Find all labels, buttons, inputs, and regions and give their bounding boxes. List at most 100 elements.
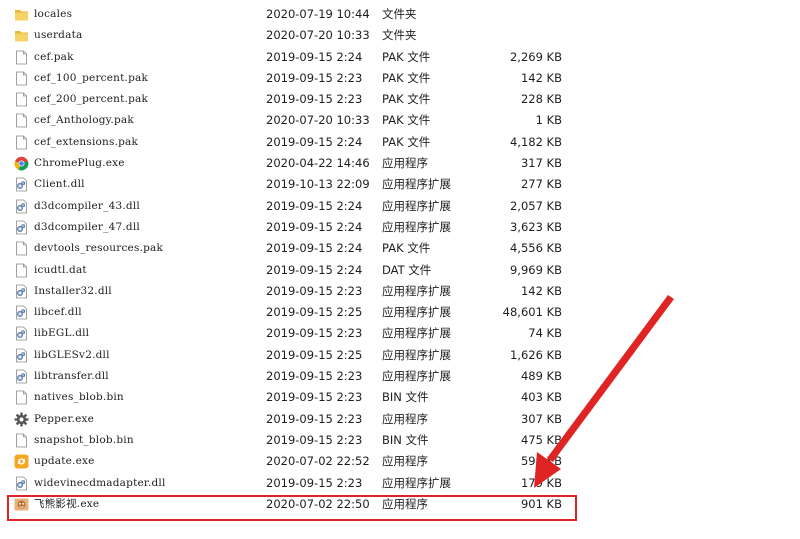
file-row[interactable]: userdata 2020-07-20 10:33 文件夹 xyxy=(0,25,800,46)
file-size: 317 KB xyxy=(520,156,562,171)
file-row[interactable]: cef_Anthology.pak 2020-07-20 10:33 PAK 文件 1… xyxy=(0,110,800,131)
dll-icon xyxy=(14,369,29,384)
file-name: cef.pak xyxy=(34,50,74,63)
file-type: 应用程序扩展 xyxy=(382,283,451,298)
file-size: 228 KB xyxy=(520,92,562,107)
file-name: libtransfer.dll xyxy=(34,370,109,383)
file-type: BIN 文件 xyxy=(382,390,429,405)
file-type: 应用程序 xyxy=(382,156,428,171)
file-row[interactable]: locales 2020-07-19 10:44 文件夹 xyxy=(0,4,800,25)
file-row[interactable]: cef_extensions.pak 2019-09-15 2:24 PAK 文件 4… xyxy=(0,132,800,153)
file-modified-date: 2019-09-15 2:23 xyxy=(266,390,363,405)
file-row[interactable]: libEGL.dll 2019-09-15 2:23 应用程序扩展 74 KB xyxy=(0,323,800,344)
file-name: userdata xyxy=(34,29,83,42)
file-row[interactable]: icudtl.dat 2019-09-15 2:24 DAT 文件 9,969 KB xyxy=(0,260,800,281)
file-type: PAK 文件 xyxy=(382,49,431,64)
file-modified-date: 2020-07-20 10:33 xyxy=(266,113,370,128)
file-type: 应用程序扩展 xyxy=(382,198,451,213)
file-modified-date: 2020-07-02 22:52 xyxy=(266,454,370,469)
file-icon xyxy=(14,135,29,150)
file-name: libcef.dll xyxy=(34,306,82,319)
file-size: 475 KB xyxy=(520,432,562,447)
file-type: 文件夹 xyxy=(382,28,417,43)
file-row[interactable]: ChromePlug.exe 2020-04-22 14:46 应用程序 317 KB xyxy=(0,153,800,174)
file-size: 142 KB xyxy=(520,70,562,85)
file-row[interactable]: cef_200_percent.pak 2019-09-15 2:23 PAK 文件… xyxy=(0,89,800,110)
file-modified-date: 2019-09-15 2:23 xyxy=(266,432,363,447)
file-icon xyxy=(14,71,29,86)
file-type: PAK 文件 xyxy=(382,113,431,128)
file-modified-date: 2019-09-15 2:23 xyxy=(266,369,363,384)
file-icon xyxy=(14,113,29,128)
file-type: 应用程序扩展 xyxy=(382,305,451,320)
file-modified-date: 2020-07-19 10:44 xyxy=(266,7,370,21)
file-icon xyxy=(14,433,29,448)
file-row[interactable]: update.exe 2020-07-02 22:52 应用程序 599 KB xyxy=(0,451,800,472)
file-modified-date: 2019-09-15 2:24 xyxy=(266,198,363,213)
file-row[interactable]: snapshot_blob.bin 2019-09-15 2:23 BIN 文件 47… xyxy=(0,430,800,451)
file-icon xyxy=(14,263,29,278)
file-modified-date: 2019-09-15 2:23 xyxy=(266,326,363,341)
dll-icon xyxy=(14,199,29,214)
file-type: 应用程序扩展 xyxy=(382,475,451,490)
file-size: 2,269 KB xyxy=(509,49,562,64)
file-name: Pepper.exe xyxy=(34,412,95,425)
file-size: 142 KB xyxy=(520,283,562,298)
file-modified-date: 2019-09-15 2:23 xyxy=(266,475,363,490)
file-row[interactable]: widevinecdmadapter.dll 2019-09-15 2:23 应用程… xyxy=(0,473,800,494)
file-name: snapshot_blob.bin xyxy=(34,433,134,446)
file-row[interactable]: cef_100_percent.pak 2019-09-15 2:23 PAK 文件… xyxy=(0,68,800,89)
update-icon xyxy=(14,454,29,469)
file-name: locales xyxy=(34,8,73,20)
file-row[interactable]: d3dcompiler_43.dll 2019-09-15 2:24 应用程序扩展 2… xyxy=(0,196,800,217)
file-type: 应用程序扩展 xyxy=(382,326,451,341)
file-modified-date: 2019-09-15 2:24 xyxy=(266,219,363,234)
file-size: 277 KB xyxy=(520,177,562,192)
file-size: 599 KB xyxy=(520,454,562,469)
file-icon xyxy=(14,92,29,107)
dll-icon xyxy=(14,348,29,363)
file-row[interactable]: libtransfer.dll 2019-09-15 2:23 应用程序扩展 489 … xyxy=(0,366,800,387)
file-modified-date: 2019-09-15 2:23 xyxy=(266,411,363,426)
file-name: widevinecdmadapter.dll xyxy=(34,476,166,489)
highlight-box xyxy=(7,495,577,521)
file-row[interactable]: libcef.dll 2019-09-15 2:25 应用程序扩展 48,601 KB xyxy=(0,302,800,323)
file-list: locales 2020-07-19 10:44 文件夹 userdata 2020-0… xyxy=(0,4,800,515)
file-row[interactable]: Pepper.exe 2019-09-15 2:23 应用程序 307 KB xyxy=(0,409,800,430)
file-name: Client.dll xyxy=(34,178,85,191)
gear-icon xyxy=(14,412,29,427)
file-size: 403 KB xyxy=(520,390,562,405)
file-modified-date: 2019-09-15 2:24 xyxy=(266,241,363,256)
file-row[interactable]: d3dcompiler_47.dll 2019-09-15 2:24 应用程序扩展 3… xyxy=(0,217,800,238)
file-size: 9,969 KB xyxy=(509,262,562,277)
file-type: 文件夹 xyxy=(382,7,417,21)
file-name: Installer32.dll xyxy=(34,284,112,297)
file-row[interactable]: libGLESv2.dll 2019-09-15 2:25 应用程序扩展 1,626 … xyxy=(0,345,800,366)
file-row[interactable]: Installer32.dll 2019-09-15 2:23 应用程序扩展 142 … xyxy=(0,281,800,302)
file-name: cef_100_percent.pak xyxy=(34,71,149,84)
file-size: 3,623 KB xyxy=(509,219,562,234)
file-name: cef_Anthology.pak xyxy=(34,114,134,127)
file-type: 应用程序扩展 xyxy=(382,177,451,192)
dll-icon xyxy=(14,220,29,235)
file-name: libEGL.dll xyxy=(34,327,90,340)
file-row[interactable]: cef.pak 2019-09-15 2:24 PAK 文件 2,269 KB xyxy=(0,47,800,68)
file-type: 应用程序 xyxy=(382,454,428,469)
file-size: 48,601 KB xyxy=(502,305,562,320)
file-size: 1 KB xyxy=(535,113,562,128)
file-row[interactable]: Client.dll 2019-10-13 22:09 应用程序扩展 277 KB xyxy=(0,174,800,195)
file-type: 应用程序扩展 xyxy=(382,219,451,234)
dll-icon xyxy=(14,326,29,341)
file-type: PAK 文件 xyxy=(382,92,431,107)
file-icon xyxy=(14,390,29,405)
file-row[interactable]: devtools_resources.pak 2019-09-15 2:24 PAK… xyxy=(0,238,800,259)
file-type: 应用程序 xyxy=(382,411,428,426)
file-type: 应用程序扩展 xyxy=(382,347,451,362)
file-size: 74 KB xyxy=(528,326,562,341)
file-name: d3dcompiler_47.dll xyxy=(34,220,140,233)
file-row[interactable]: natives_blob.bin 2019-09-15 2:23 BIN 文件 403… xyxy=(0,387,800,408)
file-modified-date: 2020-04-22 14:46 xyxy=(266,156,370,171)
file-modified-date: 2019-09-15 2:24 xyxy=(266,262,363,277)
file-type: PAK 文件 xyxy=(382,134,431,149)
file-type: BIN 文件 xyxy=(382,432,429,447)
